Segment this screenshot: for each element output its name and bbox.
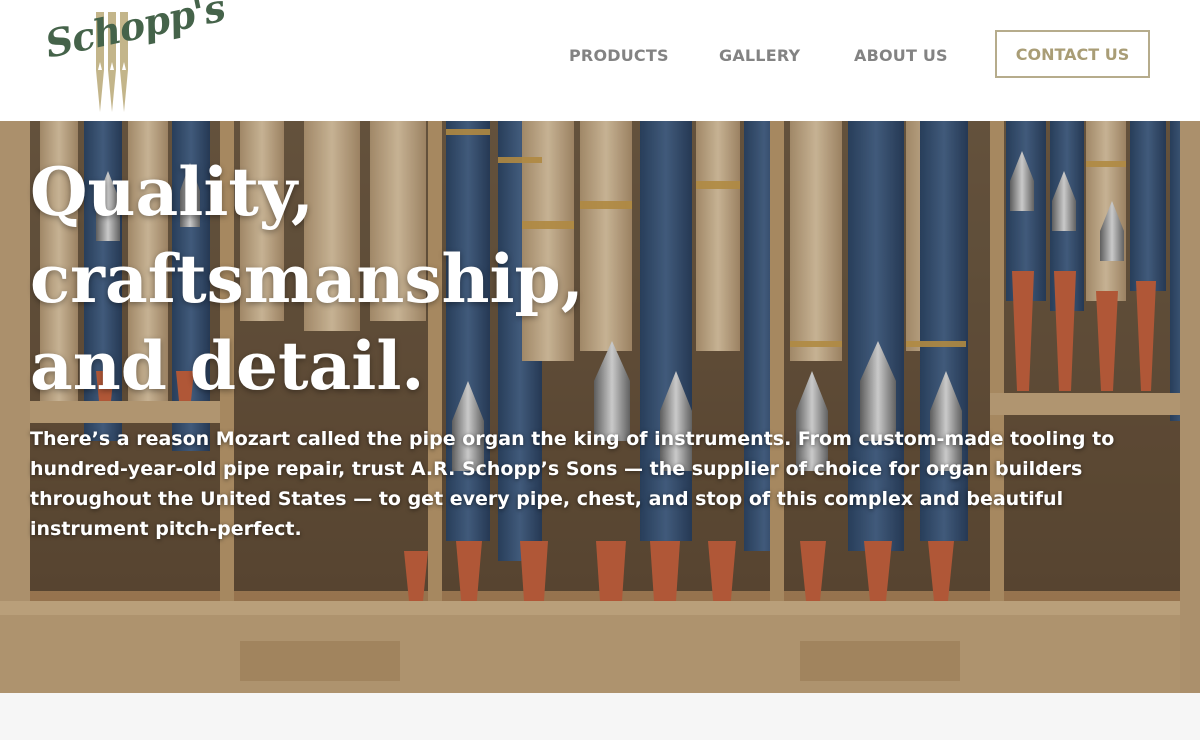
section-divider-band [0,693,1200,740]
contact-us-button[interactable]: CONTACT US [995,30,1150,78]
site-header: Schopp's PRODUCTS GALLERY ABOUT US CONTA… [0,0,1200,121]
hero-description: There’s a reason Mozart called the pipe … [30,428,1115,540]
schopps-logo[interactable]: Schopp's [41,0,228,114]
nav-products[interactable]: PRODUCTS [569,46,669,65]
hero-section: Quality, craftsmanship, and detail. Ther… [0,121,1200,693]
nav-about-us[interactable]: ABOUT US [854,46,948,65]
hero-title-line-3: and detail. [30,327,425,405]
hero-title-line-2: craftsmanship, [30,240,584,318]
hero-title-line-1: Quality, [30,153,314,231]
nav-gallery[interactable]: GALLERY [719,46,800,65]
hero-title: Quality, craftsmanship, and detail. [30,149,730,410]
